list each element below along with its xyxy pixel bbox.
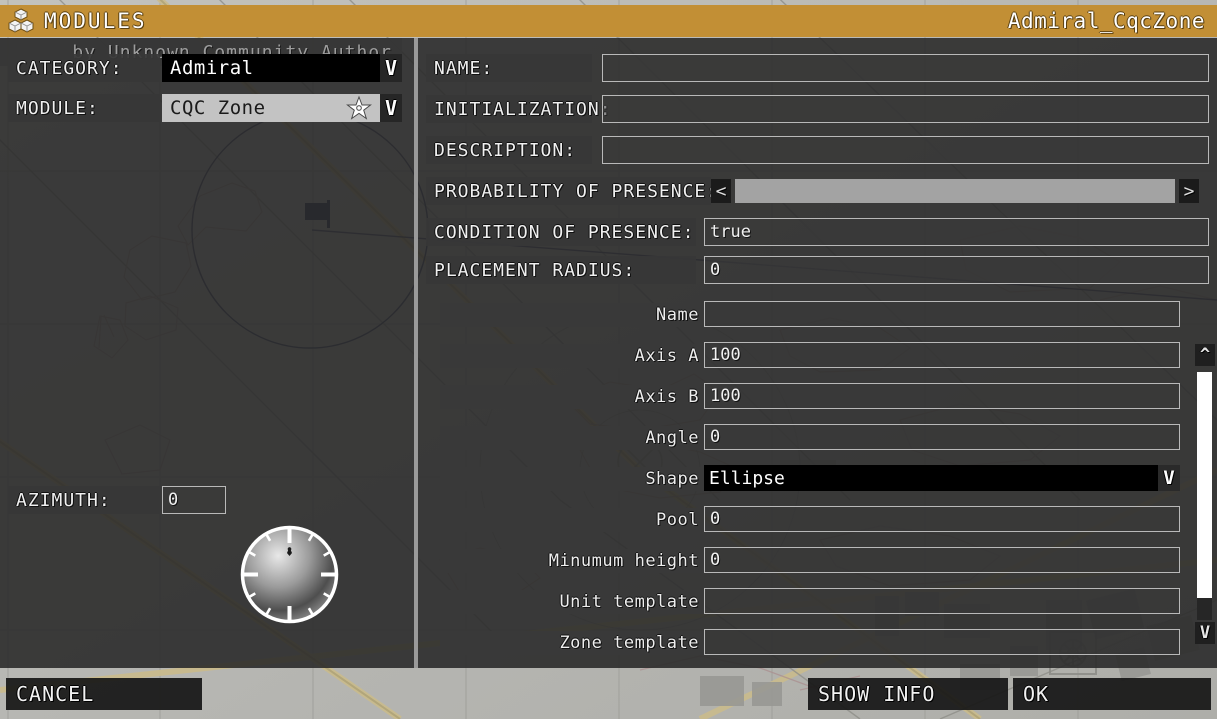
attribute-value: 0 — [710, 427, 721, 447]
initialization-input[interactable] — [602, 95, 1209, 123]
category-label: CATEGORY: — [8, 54, 160, 82]
name-row: NAME: — [426, 54, 1209, 82]
attribute-input[interactable]: 100 — [704, 342, 1180, 368]
attribute-row: Shape Ellipse V — [418, 464, 1217, 494]
attribute-input[interactable]: 100 — [704, 383, 1180, 409]
eden-editor-screen: MODULES Admiral_CqcZone CATEGORY: Admira… — [0, 0, 1217, 719]
attribute-row: Name — [418, 300, 1217, 330]
probability-decrease-button[interactable]: < — [711, 179, 731, 203]
attribute-row: Unit template — [418, 587, 1217, 617]
initialization-label: INITIALIZATION: — [426, 95, 611, 123]
condition-value: true — [710, 222, 751, 242]
azimuth-input[interactable]: 0 — [162, 486, 226, 514]
attribute-label: Zone template — [440, 631, 704, 655]
attribute-input[interactable] — [704, 588, 1180, 614]
compass-dial[interactable] — [240, 525, 339, 624]
probability-label: PROBABILITY OF PRESENCE: — [426, 177, 717, 205]
attribute-input[interactable] — [704, 301, 1180, 327]
scroll-down-button[interactable]: V — [1195, 622, 1215, 644]
object-name: Admiral_CqcZone — [1007, 9, 1205, 33]
description-label: DESCRIPTION: — [426, 136, 592, 164]
module-label: MODULE: — [8, 94, 160, 122]
attribute-value: 0 — [710, 550, 721, 570]
dialog-title: MODULES — [44, 9, 147, 33]
initialization-row: INITIALIZATION: — [426, 95, 1209, 123]
azimuth-value: 0 — [168, 490, 179, 510]
attribute-input[interactable]: 0 — [704, 547, 1180, 573]
shape-dropdown[interactable]: Ellipse V — [704, 465, 1180, 491]
description-input[interactable] — [601, 136, 1209, 164]
scrollbar-track[interactable] — [1197, 372, 1212, 620]
cancel-button[interactable]: CANCEL — [6, 678, 202, 710]
placement-radius-row: PLACEMENT RADIUS: 0 — [426, 256, 1209, 284]
left-panel: CATEGORY: Admiral V MODULE: CQC Zone V b… — [0, 38, 414, 668]
attribute-list: Name Axis A 100 Axis B 100 Angle 0 Shape… — [418, 300, 1217, 668]
attribute-scrollbar[interactable]: ^ V — [1193, 300, 1215, 668]
category-dropdown[interactable]: Admiral — [162, 54, 380, 82]
placement-radius-input[interactable]: 0 — [704, 256, 1209, 284]
attribute-value: 0 — [710, 509, 721, 529]
right-panel: NAME: INITIALIZATION: DESCRIPTION: PROBA… — [418, 38, 1217, 668]
attribute-value: Ellipse — [709, 467, 785, 489]
attribute-label: Name — [440, 303, 704, 327]
placement-radius-value: 0 — [710, 260, 721, 280]
probability-increase-button[interactable]: > — [1179, 179, 1199, 203]
name-input[interactable] — [601, 54, 1209, 82]
show-info-button[interactable]: SHOW INFO — [808, 678, 1008, 710]
probability-slider[interactable] — [735, 179, 1175, 203]
module-chevron-down-icon[interactable]: V — [380, 94, 402, 122]
attribute-input[interactable]: 0 — [704, 506, 1180, 532]
attribute-label: Minumum height — [440, 549, 704, 573]
attribute-label: Shape — [440, 467, 704, 491]
modules-dialog: MODULES Admiral_CqcZone CATEGORY: Admira… — [0, 0, 1217, 719]
attribute-row: Axis B 100 — [418, 382, 1217, 412]
azimuth-row: AZIMUTH: 0 — [8, 486, 226, 514]
dialog-titlebar: MODULES Admiral_CqcZone — [0, 5, 1217, 37]
module-dropdown[interactable]: CQC Zone — [162, 94, 380, 122]
condition-row: CONDITION OF PRESENCE: true — [426, 218, 1209, 246]
module-row: MODULE: CQC Zone V — [8, 94, 402, 122]
azimuth-label: AZIMUTH: — [8, 486, 160, 514]
condition-input[interactable]: true — [704, 218, 1209, 246]
scrollbar-thumb[interactable] — [1197, 372, 1212, 598]
module-value: CQC Zone — [170, 97, 266, 119]
modules-cubes-icon — [6, 6, 40, 36]
attribute-row: Minumum height 0 — [418, 546, 1217, 576]
attribute-value: 100 — [710, 345, 741, 365]
condition-label: CONDITION OF PRESENCE: — [426, 218, 696, 246]
ok-button[interactable]: OK — [1013, 678, 1211, 710]
attribute-label: Pool — [440, 508, 704, 532]
category-value: Admiral — [170, 57, 254, 79]
attribute-input[interactable] — [704, 629, 1180, 655]
attribute-value: 100 — [710, 386, 741, 406]
scroll-up-button[interactable]: ^ — [1195, 344, 1215, 366]
attribute-label: Unit template — [440, 590, 704, 614]
attribute-row: Axis A 100 — [418, 341, 1217, 371]
star-icon[interactable] — [346, 95, 372, 121]
category-chevron-down-icon[interactable]: V — [380, 54, 402, 82]
attribute-label: Axis A — [440, 344, 704, 368]
shape-chevron-down-icon[interactable]: V — [1158, 465, 1180, 491]
placement-radius-label: PLACEMENT RADIUS: — [426, 256, 696, 284]
description-row: DESCRIPTION: — [426, 136, 1209, 164]
attribute-input[interactable]: 0 — [704, 424, 1180, 450]
attribute-row: Zone template — [418, 628, 1217, 658]
attribute-label: Axis B — [440, 385, 704, 409]
attribute-row: Angle 0 — [418, 423, 1217, 453]
name-label: NAME: — [426, 54, 592, 82]
category-row: CATEGORY: Admiral V — [8, 54, 402, 82]
attribute-label: Angle — [440, 426, 704, 450]
attribute-row: Pool 0 — [418, 505, 1217, 535]
